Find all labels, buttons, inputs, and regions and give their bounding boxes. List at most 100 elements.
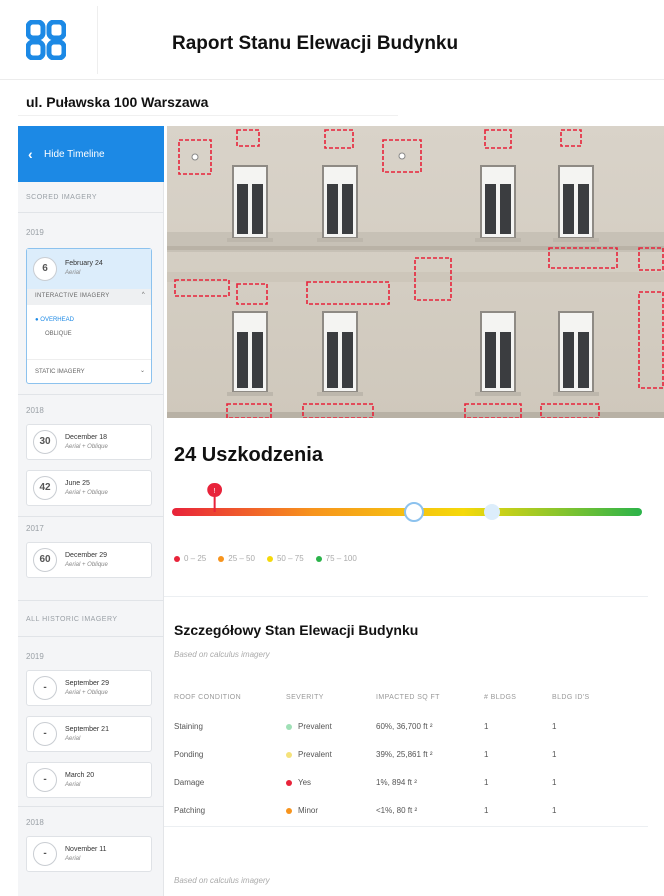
historic-card[interactable]: - November 11 Aerial [26, 836, 152, 872]
row-severity: Minor [286, 806, 318, 815]
score-badge: - [33, 722, 57, 746]
row-ids: 1 [552, 750, 557, 759]
card-date: March 20 [65, 772, 95, 779]
damage-count: 24 Uszkodzenia [174, 444, 323, 466]
facade-photo[interactable] [167, 126, 664, 418]
hide-timeline-label: Hide Timeline [44, 149, 105, 160]
table-row[interactable]: Staining Prevalent 60%, 36,700 ft ² 1 1 [174, 714, 644, 742]
card-sub: Aerial + Oblique [65, 690, 108, 696]
condition-gauge: ! [172, 482, 642, 522]
legend-item: 0 – 25 [174, 554, 206, 563]
row-impacted: 1%, 894 ft ² [376, 778, 417, 787]
divider [18, 600, 164, 601]
score-badge: - [33, 842, 57, 866]
card-sub: Aerial [65, 856, 81, 862]
divider [18, 212, 164, 213]
facade-image [167, 126, 664, 418]
card-sub: Aerial [65, 782, 81, 788]
legend-label: 50 – 75 [276, 554, 304, 563]
divider [18, 394, 164, 395]
year-label: 2018 [26, 406, 44, 415]
details-note: Based on calculus imagery [174, 650, 270, 659]
historic-card[interactable]: - March 20 Aerial [26, 762, 152, 798]
imagery-card[interactable]: 42 June 25 Aerial + Oblique [26, 470, 152, 506]
main-panel: 24 Uszkodzenia ! 0 – 25 25 – 50 50 – 75 … [164, 126, 664, 896]
year-label: 2017 [26, 524, 44, 533]
details-title: Szczegółowy Stan Elewacji Budynku [174, 622, 419, 638]
table-header: ROOF CONDITION SEVERITY IMPACTED SQ FT #… [174, 686, 644, 714]
divider [164, 826, 648, 827]
row-condition: Patching [174, 806, 206, 815]
table-row[interactable]: Patching Minor <1%, 80 ft ² 1 1 [174, 798, 644, 826]
legend-label: 0 – 25 [184, 554, 207, 563]
option-overhead[interactable]: ● OVERHEAD [35, 317, 74, 323]
logo-icon [26, 20, 66, 60]
logo[interactable] [18, 6, 98, 74]
historic-card[interactable]: - September 29 Aerial + Oblique [26, 670, 152, 706]
imagery-card[interactable]: 30 December 18 Aerial + Oblique [26, 424, 152, 460]
card-sub: Aerial + Oblique [65, 562, 108, 568]
historic-card[interactable]: - September 21 Aerial [26, 716, 152, 752]
row-severity: Yes [286, 778, 311, 787]
column-header[interactable]: IMPACTED SQ FT [376, 694, 440, 701]
divider [18, 636, 164, 637]
scored-imagery-title: SCORED IMAGERY [26, 194, 98, 201]
score-badge: 30 [33, 430, 57, 454]
table-row[interactable]: Damage Yes 1%, 894 ft ² 1 1 [174, 770, 644, 798]
static-imagery-toggle[interactable]: STATIC IMAGERY ⌄ [27, 359, 151, 383]
gauge-marker-label: ! [214, 488, 216, 495]
column-header[interactable]: SEVERITY [286, 694, 324, 701]
chevron-up-icon: ^ [141, 292, 145, 298]
divider [18, 806, 164, 807]
row-impacted: 39%, 25,861 ft ² [376, 750, 433, 759]
imagery-card[interactable]: 60 December 29 Aerial + Oblique [26, 542, 152, 578]
gauge-legend: 0 – 25 25 – 50 50 – 75 75 – 100 [174, 554, 357, 563]
pin-icon [484, 504, 500, 520]
score-badge: 60 [33, 548, 57, 572]
address-bar: ul. Puławska 100 Warszawa [18, 88, 398, 116]
radio-selected-icon: ● [35, 317, 39, 323]
column-header[interactable]: ROOF CONDITION [174, 694, 241, 701]
column-header[interactable]: BLDG ID'S [552, 694, 590, 701]
legend-item: 25 – 50 [218, 554, 255, 563]
imagery-card-active[interactable]: 6 February 24 Aerial INTERACTIVE IMAGERY… [26, 248, 152, 384]
column-header[interactable]: # BLDGS [484, 694, 516, 701]
row-ids: 1 [552, 722, 557, 731]
legend-item: 75 – 100 [315, 554, 357, 563]
card-sub: Aerial [65, 736, 81, 742]
address-text: ul. Puławska 100 Warszawa [26, 94, 209, 110]
card-date: September 21 [65, 726, 109, 733]
option-oblique[interactable]: OBLIQUE [45, 331, 72, 337]
legend-dot-icon [218, 555, 225, 562]
row-condition: Ponding [174, 750, 204, 759]
score-badge: - [33, 676, 57, 700]
legend-dot-icon [266, 555, 273, 562]
condition-table: ROOF CONDITION SEVERITY IMPACTED SQ FT #… [174, 686, 644, 826]
gauge-marker[interactable]: ! [207, 482, 223, 512]
row-ids: 1 [552, 806, 557, 815]
option-overhead-label: OVERHEAD [40, 317, 74, 323]
severity-dot-icon [286, 751, 292, 758]
year-label: 2019 [26, 652, 44, 661]
severity-dot-icon [286, 807, 292, 814]
divider [164, 596, 648, 597]
severity-label: Prevalent [298, 750, 332, 759]
row-severity: Prevalent [286, 722, 332, 731]
year-label: 2019 [26, 228, 44, 237]
footer-note: Based on calculus imagery [174, 876, 270, 885]
legend-dot-icon [315, 555, 322, 562]
severity-dot-icon [286, 779, 292, 786]
interactive-imagery-toggle[interactable]: INTERACTIVE IMAGERY ^ [27, 289, 151, 305]
hide-timeline-button[interactable]: ‹ Hide Timeline [18, 126, 164, 182]
score-badge: - [33, 768, 57, 792]
severity-dot-icon [286, 723, 292, 730]
card-date: February 24 [65, 260, 103, 267]
static-label: STATIC IMAGERY [35, 369, 85, 375]
card-date: June 25 [65, 480, 90, 487]
row-bldgs: 1 [484, 722, 489, 731]
overlay-icon [404, 502, 424, 522]
chevron-left-icon: ‹ [28, 146, 33, 162]
score-badge: 6 [33, 257, 57, 281]
table-row[interactable]: Ponding Prevalent 39%, 25,861 ft ² 1 1 [174, 742, 644, 770]
card-sub: Aerial + Oblique [65, 490, 108, 496]
